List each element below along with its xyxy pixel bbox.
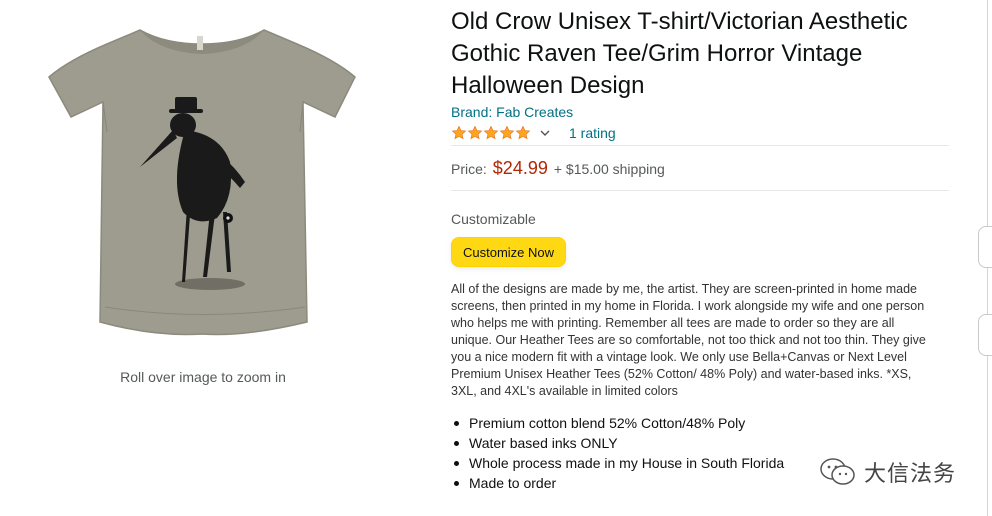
- chevron-down-icon[interactable]: [539, 127, 551, 139]
- product-title: Old Crow Unisex T-shirt/Victorian Aesthe…: [451, 8, 908, 99]
- watermark: 大信法务: [818, 456, 956, 488]
- side-tab[interactable]: [978, 226, 992, 268]
- star-icon: [515, 125, 531, 140]
- rating-row: 1 rating: [451, 123, 616, 143]
- image-gallery: Roll over image to zoom in: [0, 0, 420, 516]
- divider: [451, 145, 949, 146]
- price-value: $24.99: [492, 158, 548, 178]
- star-icon: [467, 125, 483, 140]
- price-row: Price: $24.99 + $15.00 shipping: [451, 158, 665, 179]
- product-main-image[interactable]: [45, 22, 360, 340]
- customizable-label: Customizable: [451, 211, 536, 227]
- list-item: Water based inks ONLY: [451, 433, 784, 453]
- list-item: Made to order: [451, 473, 784, 493]
- feature-bullets: Premium cotton blend 52% Cotton/48% Poly…: [451, 413, 784, 493]
- list-item: Premium cotton blend 52% Cotton/48% Poly: [451, 413, 784, 433]
- star-icon: [499, 125, 515, 140]
- wechat-icon: [820, 458, 855, 485]
- star-icon: [483, 125, 499, 140]
- product-description: All of the designs are made by me, the a…: [451, 282, 926, 398]
- list-item: Whole process made in my House in South …: [451, 453, 784, 473]
- brand-link[interactable]: Brand: Fab Creates: [451, 104, 573, 120]
- zoom-hint: Roll over image to zoom in: [120, 369, 286, 385]
- rating-count-link[interactable]: 1 rating: [569, 125, 616, 141]
- star-rating[interactable]: [451, 125, 531, 141]
- watermark-text: 大信法务: [864, 462, 957, 487]
- side-tab[interactable]: [978, 314, 992, 356]
- shipping-cost: + $15.00 shipping: [553, 161, 665, 177]
- star-icon: [451, 125, 467, 140]
- customize-now-button[interactable]: Customize Now: [451, 237, 566, 267]
- price-label: Price:: [451, 161, 487, 177]
- divider: [451, 190, 949, 191]
